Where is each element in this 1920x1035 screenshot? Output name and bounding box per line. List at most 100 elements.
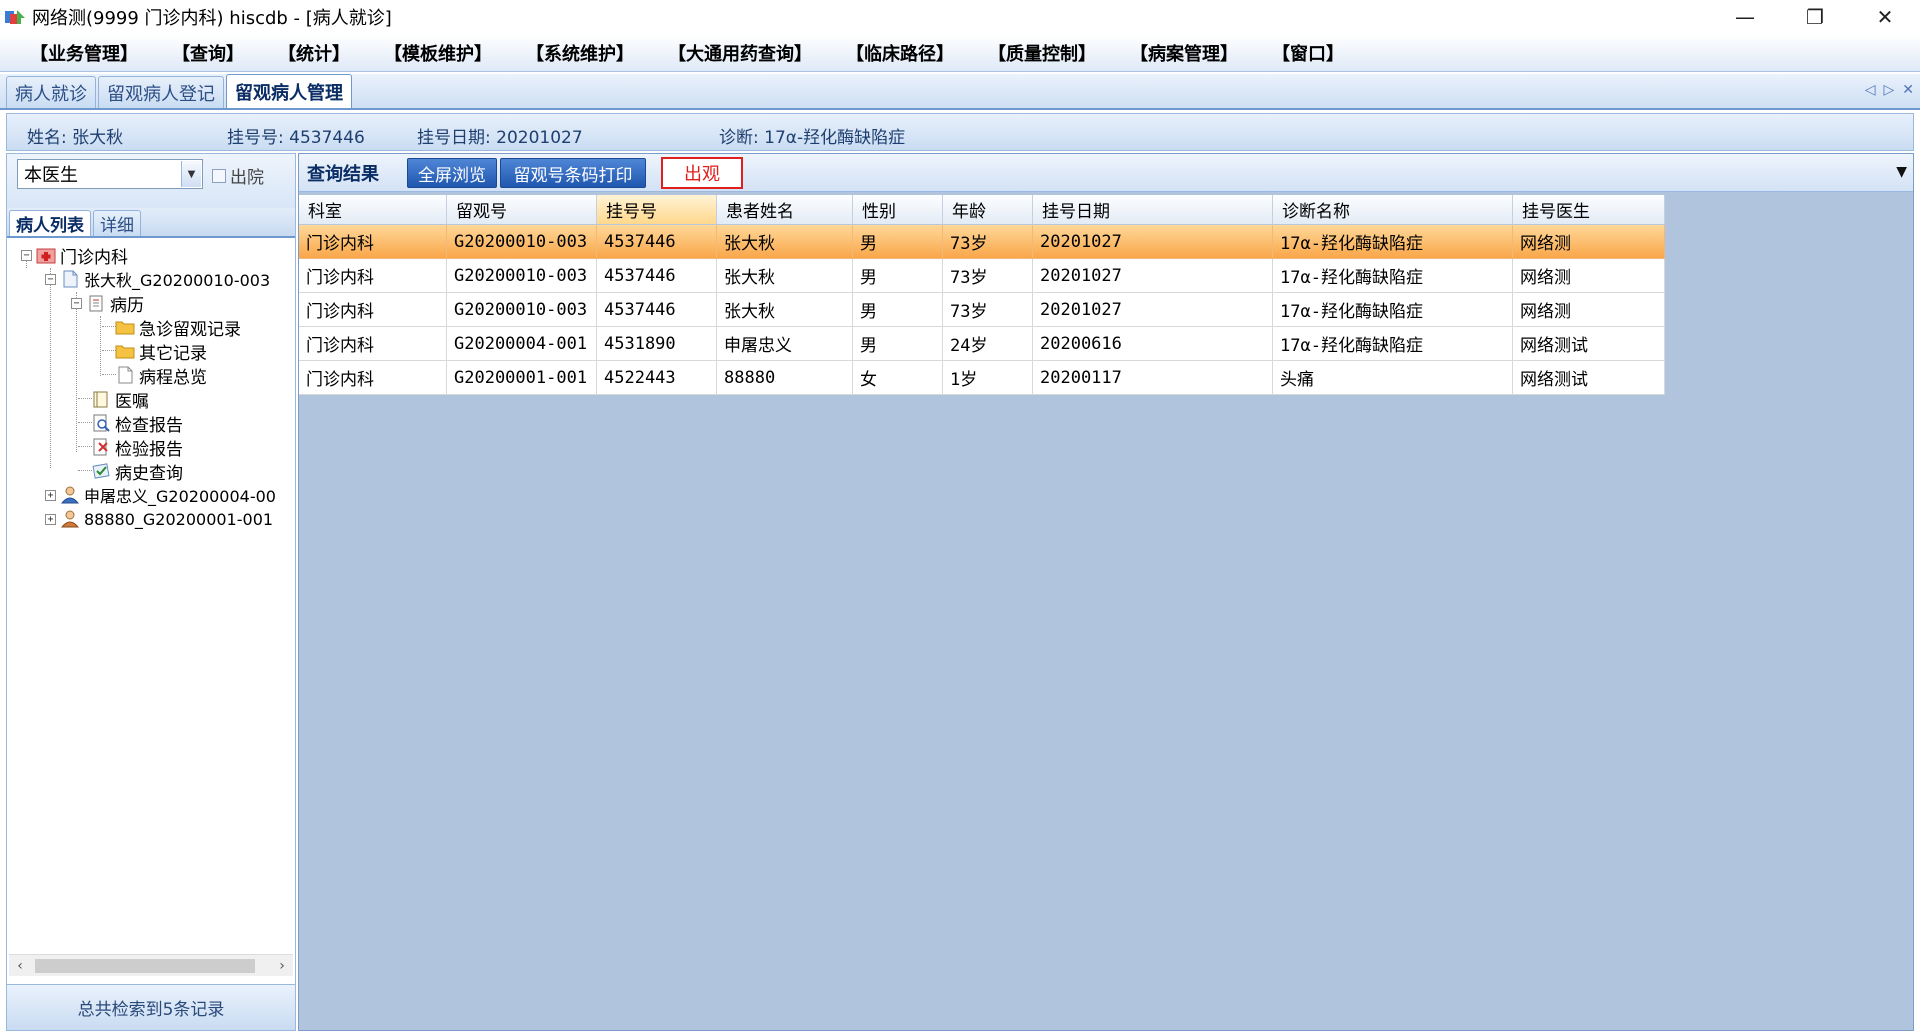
scroll-right-icon[interactable]: › xyxy=(271,958,293,974)
document-icon xyxy=(60,270,80,288)
column-reg-no[interactable]: 挂号号 xyxy=(597,195,717,225)
document-tabs: 病人就诊 留观病人登记 留观病人管理 ◁ ▷ ✕ xyxy=(0,74,1920,110)
column-doctor[interactable]: 挂号医生 xyxy=(1513,195,1665,225)
menu-query[interactable]: 【查询】 xyxy=(168,36,248,70)
table-row[interactable]: 门诊内科 G20200010-003 4537446 张大秋 男 73岁 202… xyxy=(299,293,1665,327)
doctor-filter-value: 本医生 xyxy=(24,165,78,186)
doctor-filter-select[interactable]: 本医生 ▼ xyxy=(17,159,203,189)
column-dept[interactable]: 科室 xyxy=(299,195,447,225)
column-age[interactable]: 年龄 xyxy=(943,195,1033,225)
tree-horizontal-scrollbar[interactable]: ‹ › xyxy=(9,954,293,976)
table-row[interactable]: 门诊内科 G20200001-001 4522443 88880 女 1岁 20… xyxy=(299,361,1665,395)
cell-reg-date: 20201027 xyxy=(1033,293,1273,327)
menu-statistics[interactable]: 【统计】 xyxy=(274,36,354,70)
tree-node-er-observation[interactable]: 急诊留观记录 xyxy=(115,316,241,340)
barcode-print-button[interactable]: 留观号条码打印 xyxy=(500,158,646,188)
discharge-checkbox[interactable]: 出院 xyxy=(212,163,264,188)
tree-label: 其它记录 xyxy=(139,343,207,364)
minimize-button[interactable]: — xyxy=(1710,0,1780,34)
tab-next-icon[interactable]: ▷ xyxy=(1883,82,1894,98)
menu-bar: 【业务管理】 【查询】 【统计】 【模板维护】 【系统维护】 【大通用药查询】 … xyxy=(0,34,1920,72)
collapse-icon[interactable]: − xyxy=(71,297,82,309)
column-patient-name[interactable]: 患者姓名 xyxy=(717,195,853,225)
collapse-icon[interactable]: − xyxy=(45,273,56,285)
column-diagnosis[interactable]: 诊断名称 xyxy=(1273,195,1513,225)
cell-age: 73岁 xyxy=(943,259,1033,293)
menu-records[interactable]: 【病案管理】 xyxy=(1126,36,1242,70)
restore-button[interactable]: ❐ xyxy=(1780,0,1850,34)
tree-node-overview[interactable]: 病程总览 xyxy=(115,364,207,388)
cell-gender: 男 xyxy=(853,293,943,327)
checkbox-box[interactable] xyxy=(212,168,226,183)
table-row[interactable]: 门诊内科 G20200004-001 4531890 申屠忠义 男 24岁 20… xyxy=(299,327,1665,361)
tree-label: 医嘱 xyxy=(115,391,149,412)
cell-patient-name: 张大秋 xyxy=(717,259,853,293)
tree-node-dept[interactable]: − 门诊内科 xyxy=(21,244,128,268)
results-label: 查询结果 xyxy=(307,164,379,185)
collapse-icon[interactable]: − xyxy=(21,249,32,261)
chevron-down-icon[interactable]: ▼ xyxy=(181,161,201,187)
cell-dept: 门诊内科 xyxy=(299,327,447,361)
menu-template[interactable]: 【模板维护】 xyxy=(380,36,496,70)
expand-icon[interactable]: + xyxy=(45,489,56,501)
left-subtabs: 病人列表 详细 xyxy=(7,208,295,238)
cell-diagnosis: 17α-羟化酶缺陷症 xyxy=(1273,225,1513,259)
cell-diagnosis: 17α-羟化酶缺陷症 xyxy=(1273,259,1513,293)
tree-node-other-records[interactable]: 其它记录 xyxy=(115,340,207,364)
tree-node-records[interactable]: − 病历 xyxy=(71,292,144,316)
magnifier-report-icon xyxy=(91,414,111,432)
menu-quality[interactable]: 【质量控制】 xyxy=(984,36,1100,70)
window-controls: — ❐ ✕ xyxy=(1710,0,1920,34)
column-obs-no[interactable]: 留观号 xyxy=(447,195,597,225)
first-aid-icon xyxy=(36,246,56,264)
table-row[interactable]: 门诊内科 G20200010-003 4537446 张大秋 男 73岁 202… xyxy=(299,225,1665,259)
tree-node-patient-2[interactable]: + 申屠忠义_G20200004-00 xyxy=(45,484,276,506)
tab-observation-manage[interactable]: 留观病人管理 xyxy=(226,74,352,108)
column-gender[interactable]: 性别 xyxy=(853,195,943,225)
male-user-icon xyxy=(60,486,80,504)
discharge-label: 出院 xyxy=(230,168,264,188)
cell-patient-name: 张大秋 xyxy=(717,225,853,259)
folder-icon xyxy=(115,318,135,336)
menu-drug-query[interactable]: 【大通用药查询】 xyxy=(664,36,816,70)
book-icon xyxy=(91,390,111,408)
scroll-track[interactable] xyxy=(31,957,271,975)
column-reg-date[interactable]: 挂号日期 xyxy=(1033,195,1273,225)
tree-node-history[interactable]: 病史查询 xyxy=(91,460,183,484)
scroll-thumb[interactable] xyxy=(35,958,255,973)
cell-reg-no: 4537446 xyxy=(597,259,717,293)
cell-dept: 门诊内科 xyxy=(299,361,447,395)
menu-clinical-path[interactable]: 【临床路径】 xyxy=(842,36,958,70)
discharge-observation-button[interactable]: 出观 xyxy=(661,157,743,189)
tab-patient-list[interactable]: 病人列表 xyxy=(9,210,91,236)
tab-detail[interactable]: 详细 xyxy=(93,210,141,236)
menu-business[interactable]: 【业务管理】 xyxy=(26,36,142,70)
patient-diagnosis: 诊断: 17α-羟化酶缺陷症 xyxy=(719,128,906,148)
tree-node-lab-report[interactable]: 检验报告 xyxy=(91,436,183,460)
tree-node-patient-1[interactable]: − 张大秋_G20200010-003 xyxy=(45,268,270,290)
tab-observation-register[interactable]: 留观病人登记 xyxy=(98,76,224,108)
tree-node-patient-3[interactable]: + 88880_G20200001-001 xyxy=(45,508,273,530)
cell-obs-no: G20200010-003 xyxy=(447,259,597,293)
close-button[interactable]: ✕ xyxy=(1850,0,1920,34)
cell-doctor: 网络测试 xyxy=(1513,361,1665,395)
cell-doctor: 网络测试 xyxy=(1513,327,1665,361)
fullscreen-button[interactable]: 全屏浏览 xyxy=(407,158,497,188)
tree-node-exam-report[interactable]: 检查报告 xyxy=(91,412,183,436)
expand-icon[interactable]: + xyxy=(45,513,56,525)
lab-report-icon xyxy=(91,438,111,456)
cell-patient-name: 申屠忠义 xyxy=(717,327,853,361)
tab-close-icon[interactable]: ✕ xyxy=(1902,82,1914,98)
tab-prev-icon[interactable]: ◁ xyxy=(1865,82,1876,98)
chevron-down-icon[interactable]: ▼ xyxy=(1896,164,1907,180)
cell-obs-no: G20200004-001 xyxy=(447,327,597,361)
table-row[interactable]: 门诊内科 G20200010-003 4537446 张大秋 男 73岁 202… xyxy=(299,259,1665,293)
scroll-left-icon[interactable]: ‹ xyxy=(9,958,31,974)
notepad-icon xyxy=(86,294,106,312)
tree-node-orders[interactable]: 医嘱 xyxy=(91,388,149,412)
female-user-icon xyxy=(60,510,80,528)
menu-system[interactable]: 【系统维护】 xyxy=(522,36,638,70)
tab-patient-visit[interactable]: 病人就诊 xyxy=(6,76,96,108)
patient-reg-no: 挂号号: 4537446 xyxy=(227,128,365,148)
menu-window[interactable]: 【窗口】 xyxy=(1268,36,1348,70)
